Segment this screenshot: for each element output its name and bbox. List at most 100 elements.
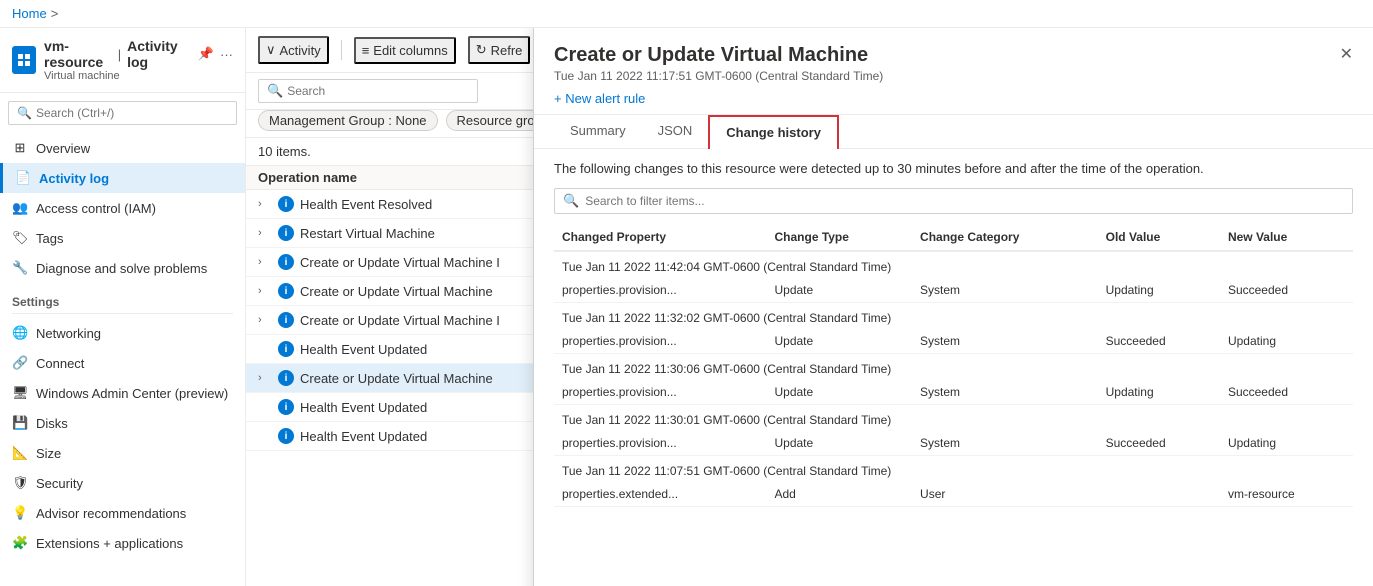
- property-cell[interactable]: properties.provision...: [554, 278, 766, 303]
- category-cell[interactable]: System: [912, 431, 1098, 456]
- sidebar-item-networking[interactable]: 🌐 Networking: [0, 318, 245, 348]
- tab-json[interactable]: JSON: [642, 115, 709, 148]
- close-button[interactable]: ✕: [1340, 44, 1353, 64]
- property-cell[interactable]: properties.extended...: [554, 482, 766, 507]
- detail-panel: Create or Update Virtual Machine Tue Jan…: [533, 28, 1373, 586]
- sidebar-item-activity-log[interactable]: 📄 Activity log: [0, 163, 245, 193]
- sidebar-item-access-control[interactable]: 👥 Access control (IAM): [0, 193, 245, 223]
- property-cell[interactable]: properties.provision...: [554, 329, 766, 354]
- sidebar-item-label: Diagnose and solve problems: [36, 261, 207, 276]
- item-status-icon: i: [278, 196, 294, 212]
- sidebar-item-connect[interactable]: 🔗 Connect: [0, 348, 245, 378]
- property-cell[interactable]: properties.provision...: [554, 431, 766, 456]
- sidebar: vm-resource | Activity log 📌 ··· Virtual…: [0, 28, 246, 586]
- activity-button[interactable]: ∨ Activity: [258, 36, 329, 64]
- expand-icon[interactable]: ›: [258, 256, 274, 268]
- filter-search[interactable]: 🔍: [258, 79, 478, 103]
- settings-section-label: Settings: [0, 283, 245, 313]
- table-row[interactable]: properties.extended...AddUservm-resource: [554, 482, 1353, 507]
- table-row[interactable]: properties.provision...UpdateSystemSucce…: [554, 329, 1353, 354]
- refresh-icon: ↻: [476, 42, 487, 58]
- sidebar-item-label: Extensions + applications: [36, 536, 183, 551]
- change-search-input[interactable]: [585, 194, 1344, 208]
- change-table: Changed Property Change Type Change Cate…: [554, 224, 1353, 507]
- change-notice: The following changes to this resource w…: [554, 161, 1353, 176]
- table-row[interactable]: properties.provision...UpdateSystemSucce…: [554, 431, 1353, 456]
- time-group-row: Tue Jan 11 2022 11:30:01 GMT-0600 (Centr…: [554, 405, 1353, 432]
- tags-icon: 🏷: [12, 230, 28, 246]
- main-wrapper: ∨ Activity ≡ Edit columns ↻ Refre 🔍: [246, 28, 1373, 586]
- detail-header: Create or Update Virtual Machine Tue Jan…: [534, 28, 1373, 115]
- sidebar-item-label: Networking: [36, 326, 101, 341]
- type-cell: Update: [766, 380, 912, 405]
- new-value-cell: Succeeded: [1220, 278, 1353, 303]
- item-status-icon: i: [278, 225, 294, 241]
- more-icon[interactable]: ···: [220, 47, 233, 62]
- old-value-cell: Succeeded: [1098, 431, 1220, 456]
- resource-icon: [12, 46, 36, 74]
- expand-icon[interactable]: ›: [258, 198, 274, 210]
- expand-icon[interactable]: ›: [258, 227, 274, 239]
- tab-change-history[interactable]: Change history: [708, 115, 839, 149]
- expand-icon[interactable]: ›: [258, 314, 274, 326]
- item-status-icon: i: [278, 312, 294, 328]
- type-cell: Update: [766, 431, 912, 456]
- sidebar-item-advisor[interactable]: 💡 Advisor recommendations: [0, 498, 245, 528]
- tab-summary[interactable]: Summary: [554, 115, 642, 148]
- change-search[interactable]: 🔍: [554, 188, 1353, 214]
- sidebar-item-overview[interactable]: ⊞ Overview: [0, 133, 245, 163]
- sidebar-item-size[interactable]: 📐 Size: [0, 438, 245, 468]
- filter-search-input[interactable]: [287, 84, 469, 98]
- category-cell[interactable]: System: [912, 380, 1098, 405]
- new-value-cell: Updating: [1220, 431, 1353, 456]
- sidebar-item-diagnose[interactable]: 🔧 Diagnose and solve problems: [0, 253, 245, 283]
- sidebar-item-label: Connect: [36, 356, 84, 371]
- item-name: Health Event Updated: [300, 429, 427, 444]
- table-row[interactable]: properties.provision...UpdateSystemUpdat…: [554, 380, 1353, 405]
- sidebar-item-extensions[interactable]: 🧩 Extensions + applications: [0, 528, 245, 558]
- category-cell[interactable]: System: [912, 329, 1098, 354]
- sidebar-item-label: Disks: [36, 416, 68, 431]
- col-new-value: New Value: [1220, 224, 1353, 251]
- sidebar-item-tags[interactable]: 🏷 Tags: [0, 223, 245, 253]
- filter-search-icon: 🔍: [267, 83, 283, 99]
- sidebar-item-security[interactable]: 🛡 Security: [0, 468, 245, 498]
- breadcrumb-sep: >: [51, 6, 59, 21]
- item-status-icon: i: [278, 428, 294, 444]
- breadcrumb-home[interactable]: Home: [12, 6, 47, 21]
- item-name: Health Event Updated: [300, 400, 427, 415]
- refresh-button[interactable]: ↻ Refre: [468, 36, 531, 64]
- old-value-cell: [1098, 482, 1220, 507]
- expand-icon[interactable]: ›: [258, 285, 274, 297]
- col-change-type: Change Type: [766, 224, 912, 251]
- old-value-cell: Updating: [1098, 380, 1220, 405]
- breadcrumb: Home >: [0, 0, 1373, 28]
- resource-name: vm-resource: [44, 38, 112, 70]
- diagnose-icon: 🔧: [12, 260, 28, 276]
- item-name: Health Event Resolved: [300, 197, 432, 212]
- property-cell[interactable]: properties.provision...: [554, 380, 766, 405]
- security-icon: 🛡: [12, 475, 28, 491]
- category-cell[interactable]: System: [912, 278, 1098, 303]
- col-change-category: Change Category: [912, 224, 1098, 251]
- item-status-icon: i: [278, 341, 294, 357]
- extensions-icon: 🧩: [12, 535, 28, 551]
- sidebar-search-input[interactable]: [36, 106, 228, 120]
- detail-actions: + New alert rule: [554, 91, 1353, 106]
- table-row[interactable]: properties.provision...UpdateSystemUpdat…: [554, 278, 1353, 303]
- activity-log-icon: 📄: [15, 170, 31, 186]
- sidebar-item-windows-admin[interactable]: 🖥 Windows Admin Center (preview): [0, 378, 245, 408]
- detail-tabs: Summary JSON Change history: [534, 115, 1373, 149]
- category-cell[interactable]: User: [912, 482, 1098, 507]
- activity-label: Activity: [280, 43, 321, 58]
- col-changed-property: Changed Property: [554, 224, 766, 251]
- expand-icon[interactable]: ›: [258, 372, 274, 384]
- sidebar-search[interactable]: 🔍: [8, 101, 237, 125]
- type-cell: Update: [766, 329, 912, 354]
- sidebar-item-disks[interactable]: 💾 Disks: [0, 408, 245, 438]
- new-alert-button[interactable]: + New alert rule: [554, 91, 645, 106]
- item-status-icon: i: [278, 254, 294, 270]
- edit-columns-button[interactable]: ≡ Edit columns: [354, 37, 456, 64]
- pin-icon[interactable]: 📌: [198, 46, 214, 62]
- old-value-cell: Updating: [1098, 278, 1220, 303]
